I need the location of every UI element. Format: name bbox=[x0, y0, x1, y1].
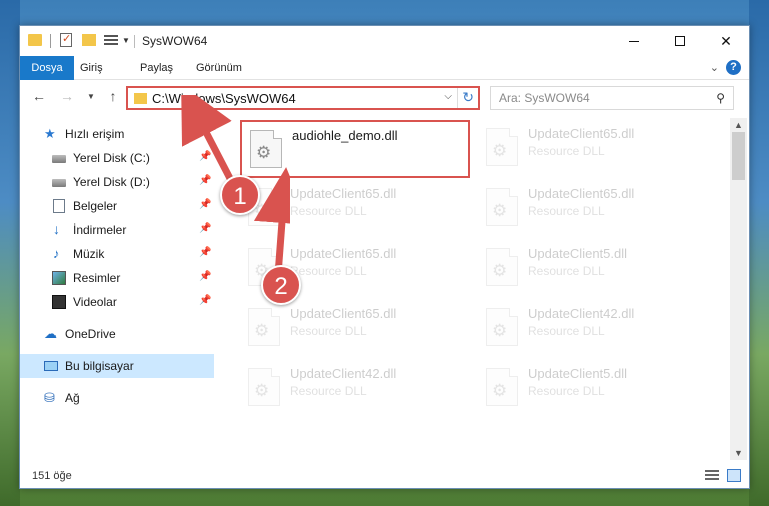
recent-locations-button[interactable]: ▼ bbox=[82, 92, 100, 101]
folder-icon bbox=[134, 93, 147, 104]
minimize-icon bbox=[629, 40, 639, 42]
tab-home[interactable]: Giriş bbox=[72, 56, 111, 80]
search-icon[interactable]: ⚲ bbox=[716, 91, 725, 105]
maximize-icon bbox=[675, 36, 685, 46]
file-item[interactable]: UpdateClient42.dll Resource DLL bbox=[240, 360, 470, 418]
item-count: 151 öğe bbox=[32, 470, 72, 482]
file-item[interactable]: UpdateClient65.dll Resource DLL bbox=[478, 180, 708, 238]
document-icon bbox=[53, 199, 65, 213]
chevron-down-icon[interactable]: ⌵ bbox=[444, 91, 452, 102]
address-divider bbox=[457, 88, 458, 108]
arrow-to-file bbox=[253, 167, 290, 276]
computer-icon bbox=[44, 361, 58, 371]
status-bar: 151 öğe bbox=[20, 464, 749, 488]
tab-file[interactable]: Dosya bbox=[20, 56, 74, 80]
details-view-icon[interactable] bbox=[705, 470, 719, 482]
maximize-button[interactable] bbox=[657, 26, 703, 56]
sidebar-item-onedrive[interactable]: ☁ OneDrive bbox=[20, 322, 214, 346]
file-item[interactable]: UpdateClient5.dll Resource DLL bbox=[478, 360, 708, 418]
scroll-thumb[interactable] bbox=[732, 132, 745, 180]
step-2-badge: 2 bbox=[261, 265, 301, 305]
picture-icon bbox=[52, 271, 66, 285]
back-button[interactable]: ← bbox=[30, 88, 48, 104]
dll-file-icon bbox=[248, 308, 280, 346]
forward-button[interactable]: → bbox=[58, 88, 76, 104]
dll-file-icon bbox=[248, 368, 280, 406]
minimize-button[interactable] bbox=[611, 26, 657, 56]
download-icon: ↓ bbox=[53, 221, 60, 237]
new-folder-icon[interactable] bbox=[82, 34, 96, 46]
dll-file-icon bbox=[486, 128, 518, 166]
file-item[interactable]: UpdateClient65.dll Resource DLL bbox=[240, 300, 470, 358]
dll-file-icon bbox=[486, 308, 518, 346]
tiles-view-icon[interactable] bbox=[727, 469, 741, 482]
chevron-down-icon[interactable]: ▼ bbox=[122, 36, 130, 52]
search-input[interactable]: Ara: SysWOW64 ⚲ bbox=[490, 86, 734, 110]
tab-share[interactable]: Paylaş bbox=[132, 56, 181, 80]
expand-ribbon-icon[interactable]: ⌄ bbox=[710, 61, 719, 74]
view-icon[interactable] bbox=[104, 33, 118, 47]
toolbar-divider bbox=[50, 34, 51, 48]
desktop-background-left bbox=[0, 0, 20, 506]
search-placeholder: Ara: SysWOW64 bbox=[499, 91, 590, 105]
network-icon: ⛁ bbox=[44, 390, 55, 405]
disk-icon bbox=[52, 155, 66, 163]
dll-file-icon bbox=[486, 248, 518, 286]
sidebar-item-network[interactable]: ⛁ Ağ bbox=[20, 386, 214, 410]
vertical-scrollbar[interactable]: ▲ ▼ bbox=[730, 118, 747, 460]
pin-icon[interactable]: 📌 bbox=[199, 295, 211, 306]
disk-icon bbox=[52, 179, 66, 187]
explorer-window: ▼ SysWOW64 ✕ Dosya Giriş Paylaş Görünüm … bbox=[19, 25, 750, 489]
music-icon: ♪ bbox=[53, 246, 60, 261]
folder-icon bbox=[28, 34, 42, 46]
window-title: SysWOW64 bbox=[142, 34, 208, 48]
step-1-badge: 1 bbox=[220, 175, 260, 215]
star-icon: ★ bbox=[44, 126, 56, 141]
file-item[interactable]: UpdateClient42.dll Resource DLL bbox=[478, 300, 708, 358]
close-button[interactable]: ✕ bbox=[703, 26, 749, 56]
ribbon: Dosya Giriş Paylaş Görünüm ⌄ ? bbox=[20, 56, 749, 80]
title-bar: ▼ SysWOW64 ✕ bbox=[20, 26, 749, 56]
file-item[interactable]: UpdateClient5.dll Resource DLL bbox=[478, 240, 708, 298]
properties-icon[interactable] bbox=[60, 32, 72, 47]
navigation-bar: ← → ▼ ↑ C:\Windows\SysWOW64 ⌵ ↻ Ara: Sys… bbox=[20, 81, 749, 115]
help-icon[interactable]: ? bbox=[726, 60, 741, 75]
up-button[interactable]: ↑ bbox=[104, 88, 122, 104]
dll-file-icon bbox=[486, 188, 518, 226]
video-icon bbox=[52, 295, 66, 309]
scroll-up-icon[interactable]: ▲ bbox=[734, 120, 743, 130]
title-divider bbox=[134, 35, 135, 48]
refresh-icon[interactable]: ↻ bbox=[462, 89, 474, 106]
tab-view[interactable]: Görünüm bbox=[188, 56, 250, 80]
dll-file-icon bbox=[486, 368, 518, 406]
desktop-background-right bbox=[749, 0, 769, 506]
sidebar-item-this-pc[interactable]: Bu bilgisayar bbox=[20, 354, 214, 378]
cloud-icon: ☁ bbox=[44, 326, 57, 341]
scroll-down-icon[interactable]: ▼ bbox=[734, 448, 743, 458]
file-item[interactable]: UpdateClient65.dll Resource DLL bbox=[478, 120, 708, 178]
